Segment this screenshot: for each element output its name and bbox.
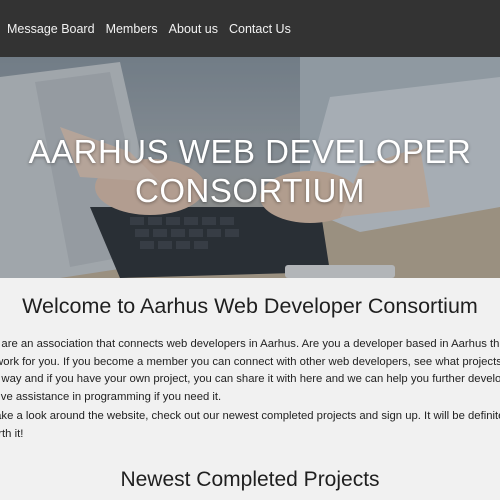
intro-line-3: e way and if you have your own project, … [0,373,500,385]
nav-link-about-us[interactable]: About us [169,22,218,36]
hero-banner: AARHUS WEB DEVELOPER CONSORTIUM [0,57,500,278]
newest-projects-heading: Newest Completed Projects [120,468,380,491]
intro-paragraph: e are an association that connects web d… [0,336,500,406]
intro-line-2: twork for you. If you become a member yo… [0,355,500,368]
hero-title-line-1: AARHUS WEB DEVELOPER [28,133,472,170]
invite-paragraph: take a look around the website, check ou… [0,408,500,443]
invite-line-2: orth it! [0,427,24,440]
intro-line-1: e are an association that connects web d… [0,338,500,350]
nav-link-message-board[interactable]: Message Board [7,22,95,36]
intro-line-4: give assistance in programming if you ne… [0,390,222,403]
hero-title-line-2: CONSORTIUM [135,172,365,209]
hero-title: AARHUS WEB DEVELOPER CONSORTIUM [0,132,500,210]
nav-link-contact-us[interactable]: Contact Us [229,22,291,36]
invite-line-1: take a look around the website, check ou… [0,410,500,422]
top-navbar: Message Board Members About us Contact U… [0,0,500,57]
nav-link-members[interactable]: Members [106,22,158,36]
main-content: Welcome to Aarhus Web Developer Consorti… [0,278,500,500]
welcome-heading: Welcome to Aarhus Web Developer Consorti… [22,294,478,318]
